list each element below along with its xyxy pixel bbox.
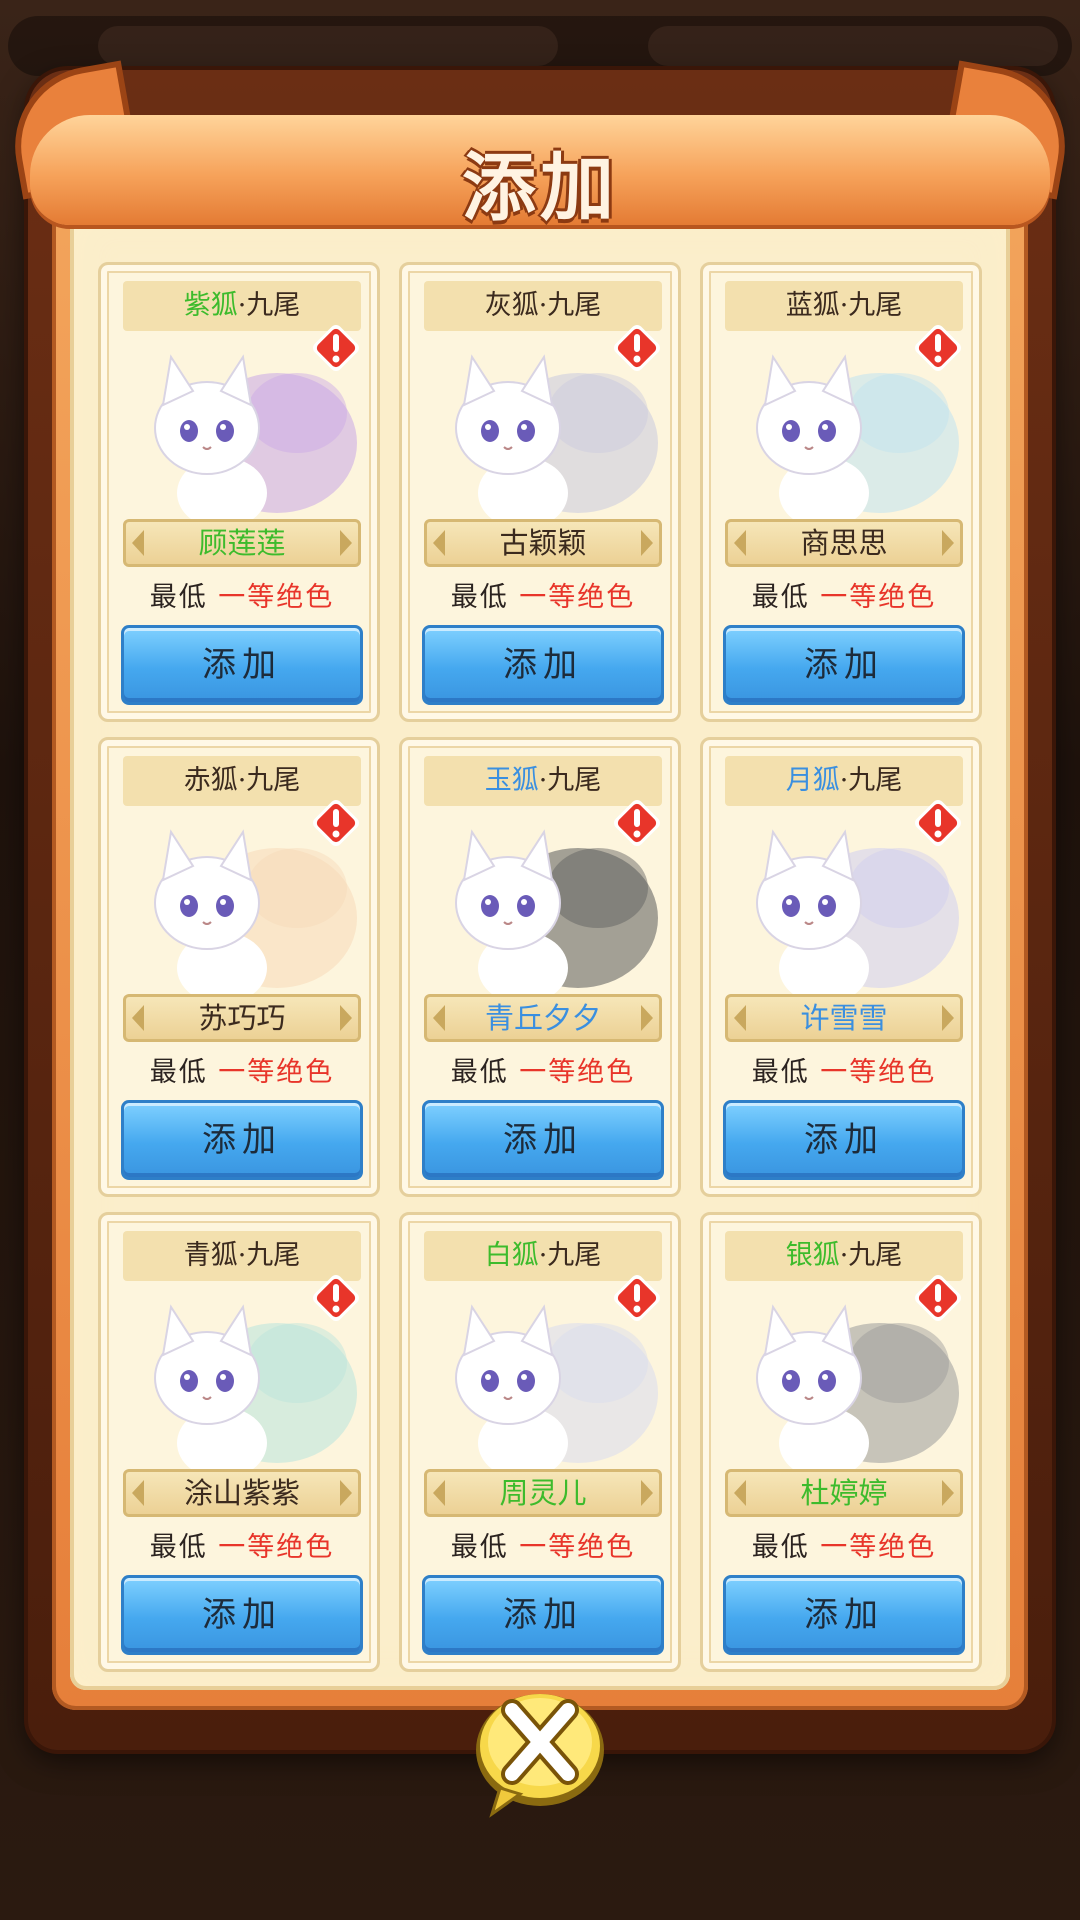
- fox-card: 银狐·九尾 杜婷婷 最低 一等绝色 添加: [700, 1212, 982, 1672]
- fox-name-plate: 古颖颖: [424, 519, 662, 567]
- fox-type-label: 蓝狐: [785, 290, 840, 321]
- alert-exclamation-icon: [313, 800, 359, 846]
- fox-name-plate: 顾莲莲: [123, 519, 361, 567]
- requirement-text: 最低 一等绝色: [703, 575, 985, 614]
- fox-type-label: 赤狐: [183, 765, 238, 796]
- requirement-grade: 一等绝色: [218, 1057, 335, 1088]
- fox-tail-label: ·九尾: [538, 290, 602, 321]
- fox-tail-label: ·九尾: [839, 1240, 903, 1271]
- requirement-grade: 一等绝色: [218, 1532, 335, 1563]
- add-button[interactable]: 添加: [121, 625, 363, 705]
- fox-name-plate: 杜婷婷: [725, 1469, 963, 1517]
- dialog-title: 添加: [462, 145, 618, 231]
- fox-tail-label: ·九尾: [237, 290, 301, 321]
- fox-tail-label: ·九尾: [237, 765, 301, 796]
- fox-card: 灰狐·九尾 古颖颖 最低 一等绝色 添加: [399, 262, 681, 722]
- fox-tail-label: ·九尾: [839, 765, 903, 796]
- requirement-grade: 一等绝色: [519, 1532, 636, 1563]
- fox-name-plate: 青丘夕夕: [424, 994, 662, 1042]
- fox-type-label: 玉狐: [484, 765, 539, 796]
- requirement-text: 最低 一等绝色: [101, 1525, 383, 1564]
- alert-exclamation-icon: [915, 325, 961, 371]
- fox-name-plate: 商思思: [725, 519, 963, 567]
- fox-tail-label: ·九尾: [538, 1240, 602, 1271]
- fox-type-label: 月狐: [785, 765, 840, 796]
- requirement-prefix: 最低: [149, 1057, 208, 1088]
- requirement-prefix: 最低: [751, 1532, 810, 1563]
- fox-name-plate: 苏巧巧: [123, 994, 361, 1042]
- add-button[interactable]: 添加: [422, 625, 664, 705]
- add-button[interactable]: 添加: [121, 1100, 363, 1180]
- requirement-text: 最低 一等绝色: [402, 1525, 684, 1564]
- add-button[interactable]: 添加: [723, 625, 965, 705]
- add-button[interactable]: 添加: [422, 1575, 664, 1655]
- add-button[interactable]: 添加: [121, 1575, 363, 1655]
- add-button[interactable]: 添加: [723, 1575, 965, 1655]
- close-button[interactable]: [470, 1688, 610, 1818]
- requirement-prefix: 最低: [450, 582, 509, 613]
- requirement-prefix: 最低: [149, 582, 208, 613]
- requirement-grade: 一等绝色: [820, 1532, 937, 1563]
- alert-exclamation-icon: [313, 325, 359, 371]
- requirement-text: 最低 一等绝色: [101, 1050, 383, 1089]
- alert-exclamation-icon: [614, 800, 660, 846]
- alert-exclamation-icon: [313, 1275, 359, 1321]
- alert-exclamation-icon: [915, 1275, 961, 1321]
- fox-type-label: 灰狐: [484, 290, 539, 321]
- fox-card: 白狐·九尾 周灵儿 最低 一等绝色 添加: [399, 1212, 681, 1672]
- fox-tail-label: ·九尾: [538, 765, 602, 796]
- fox-tail-label: ·九尾: [839, 290, 903, 321]
- fox-card: 赤狐·九尾 苏巧巧 最低 一等绝色 添加: [98, 737, 380, 1197]
- requirement-grade: 一等绝色: [519, 582, 636, 613]
- fox-name-plate: 周灵儿: [424, 1469, 662, 1517]
- add-button[interactable]: 添加: [723, 1100, 965, 1180]
- requirement-text: 最低 一等绝色: [703, 1525, 985, 1564]
- fox-card: 蓝狐·九尾 商思思 最低 一等绝色 添加: [700, 262, 982, 722]
- background-pill: [648, 26, 1058, 66]
- alert-exclamation-icon: [614, 1275, 660, 1321]
- fox-card: 青狐·九尾 涂山紫紫 最低 一等绝色 添加: [98, 1212, 380, 1672]
- fox-card: 紫狐·九尾 顾莲莲 最低 一等绝色 添加: [98, 262, 380, 722]
- requirement-prefix: 最低: [450, 1057, 509, 1088]
- fox-card: 月狐·九尾 许雪雪 最低 一等绝色 添加: [700, 737, 982, 1197]
- fox-tail-label: ·九尾: [237, 1240, 301, 1271]
- fox-name-plate: 许雪雪: [725, 994, 963, 1042]
- close-x-icon: [476, 1694, 604, 1818]
- requirement-text: 最低 一等绝色: [703, 1050, 985, 1089]
- fox-type-label: 青狐: [183, 1240, 238, 1271]
- fox-type-label: 紫狐: [183, 290, 238, 321]
- background-pill: [98, 26, 558, 66]
- background-top-bar: [8, 16, 1072, 76]
- alert-exclamation-icon: [915, 800, 961, 846]
- alert-exclamation-icon: [614, 325, 660, 371]
- requirement-text: 最低 一等绝色: [101, 575, 383, 614]
- fox-type-label: 白狐: [484, 1240, 539, 1271]
- requirement-prefix: 最低: [751, 582, 810, 613]
- requirement-grade: 一等绝色: [519, 1057, 636, 1088]
- fox-card: 玉狐·九尾 青丘夕夕 最低 一等绝色 添加: [399, 737, 681, 1197]
- requirement-text: 最低 一等绝色: [402, 1050, 684, 1089]
- fox-type-label: 银狐: [785, 1240, 840, 1271]
- fox-card-grid: 紫狐·九尾 顾莲莲 最低 一等绝色 添加 灰狐·九尾 古颖颖 最低 一等绝色 添…: [98, 262, 982, 1672]
- requirement-text: 最低 一等绝色: [402, 575, 684, 614]
- fox-name-plate: 涂山紫紫: [123, 1469, 361, 1517]
- add-button[interactable]: 添加: [422, 1100, 664, 1180]
- requirement-grade: 一等绝色: [218, 582, 335, 613]
- requirement-prefix: 最低: [450, 1532, 509, 1563]
- requirement-prefix: 最低: [751, 1057, 810, 1088]
- requirement-prefix: 最低: [149, 1532, 208, 1563]
- requirement-grade: 一等绝色: [820, 582, 937, 613]
- requirement-grade: 一等绝色: [820, 1057, 937, 1088]
